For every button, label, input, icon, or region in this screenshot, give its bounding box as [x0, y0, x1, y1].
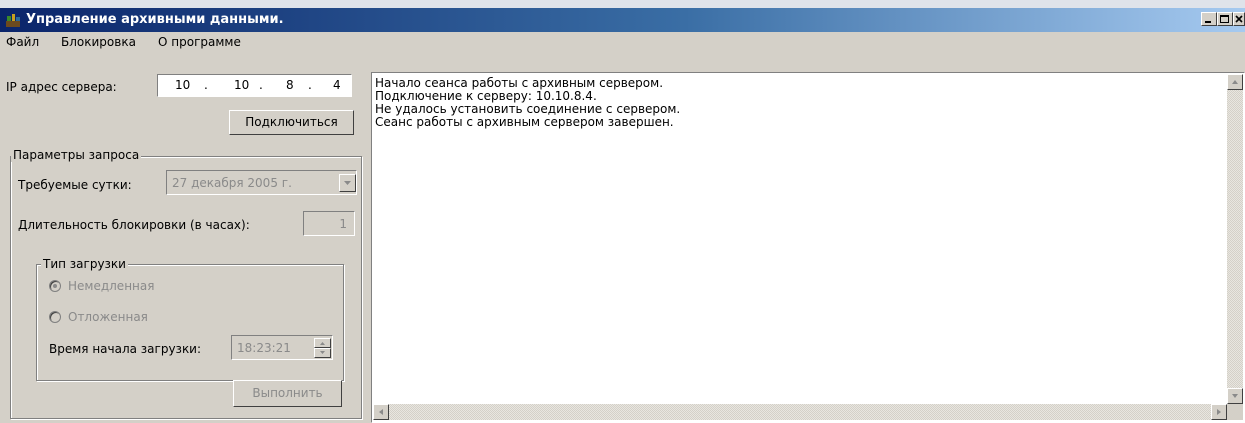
- ip-octet-4: 4: [333, 78, 341, 92]
- log-lines: Начало сеанса работы с архивным сервером…: [375, 77, 680, 129]
- radio-immediate[interactable]: [49, 280, 61, 292]
- menu-lock[interactable]: Блокировка: [61, 35, 136, 49]
- scroll-left-button[interactable]: [373, 404, 389, 420]
- scroll-right-button[interactable]: [1211, 404, 1227, 420]
- chevron-down-icon: [344, 181, 351, 185]
- ip-address-label: IP адрес сервера:: [6, 80, 117, 94]
- load-type-legend: Тип загрузки: [41, 257, 128, 271]
- radio-immediate-label[interactable]: Немедленная: [68, 279, 154, 293]
- day-dropdown-button[interactable]: [339, 174, 356, 192]
- ip-dot: .: [259, 78, 263, 92]
- menu-file[interactable]: Файл: [6, 35, 39, 49]
- horizontal-scrollbar[interactable]: [373, 404, 1227, 420]
- menu-bar: Файл Блокировка О программе: [0, 32, 1245, 52]
- lock-duration-input[interactable]: 1: [303, 211, 355, 236]
- day-select-value: 27 декабря 2005 г.: [172, 176, 292, 190]
- minimize-icon: [1205, 21, 1211, 23]
- close-button[interactable]: [1233, 12, 1245, 26]
- close-icon: [1235, 15, 1243, 23]
- maximize-icon: [1220, 15, 1229, 23]
- scroll-up-button[interactable]: [1227, 74, 1243, 90]
- spin-up-icon: [320, 342, 325, 345]
- radio-selected-dot: [53, 284, 57, 288]
- minimize-button[interactable]: [1201, 12, 1217, 26]
- lock-duration-label: Длительность блокировки (в часах):: [18, 218, 250, 232]
- radio-deferred-label[interactable]: Отложенная: [68, 310, 148, 324]
- vertical-scrollbar[interactable]: [1227, 74, 1243, 404]
- scroll-up-icon: [1232, 80, 1238, 84]
- ip-dot: .: [204, 78, 208, 92]
- spin-up-button[interactable]: [314, 338, 331, 348]
- radio-deferred[interactable]: [49, 311, 61, 323]
- window-title: Управление архивными данными.: [26, 12, 284, 27]
- title-bar[interactable]: Управление архивными данными.: [0, 8, 1245, 32]
- log-line: Сеанс работы с архивным сервером заверше…: [375, 115, 674, 129]
- scroll-right-icon: [1217, 409, 1221, 415]
- params-legend: Параметры запроса: [11, 148, 142, 162]
- start-time-input[interactable]: 18:23:21: [231, 335, 333, 360]
- ip-octet-1: 10: [175, 78, 191, 92]
- scroll-corner: [1227, 404, 1243, 420]
- maximize-button[interactable]: [1217, 12, 1233, 26]
- scroll-down-button[interactable]: [1227, 388, 1243, 404]
- spin-down-icon: [320, 351, 325, 354]
- start-time-label: Время начала загрузки:: [49, 342, 202, 356]
- scroll-left-icon: [379, 409, 383, 415]
- day-label: Требуемые сутки:: [18, 178, 132, 192]
- ip-dot: .: [308, 78, 312, 92]
- day-select[interactable]: 27 декабря 2005 г.: [166, 170, 357, 195]
- app-icon: [6, 14, 20, 27]
- ip-address-input[interactable]: 10 . 10 . 8 . 4: [157, 74, 352, 97]
- log-textarea[interactable]: Начало сеанса работы с архивным сервером…: [371, 72, 1245, 423]
- main-window: Управление архивными данными. Файл Блоки…: [0, 8, 1245, 423]
- menu-about[interactable]: О программе: [158, 35, 241, 49]
- background-window-strip: [0, 0, 1245, 8]
- scroll-down-icon: [1232, 394, 1238, 398]
- ip-octet-3: 8: [286, 78, 294, 92]
- spin-down-button[interactable]: [314, 348, 331, 358]
- ip-octet-2: 10: [234, 78, 250, 92]
- lock-duration-value: 1: [339, 217, 347, 231]
- start-time-value: 18:23:21: [237, 341, 291, 355]
- execute-button[interactable]: Выполнить: [233, 380, 342, 407]
- connect-button[interactable]: Подключиться: [229, 110, 354, 135]
